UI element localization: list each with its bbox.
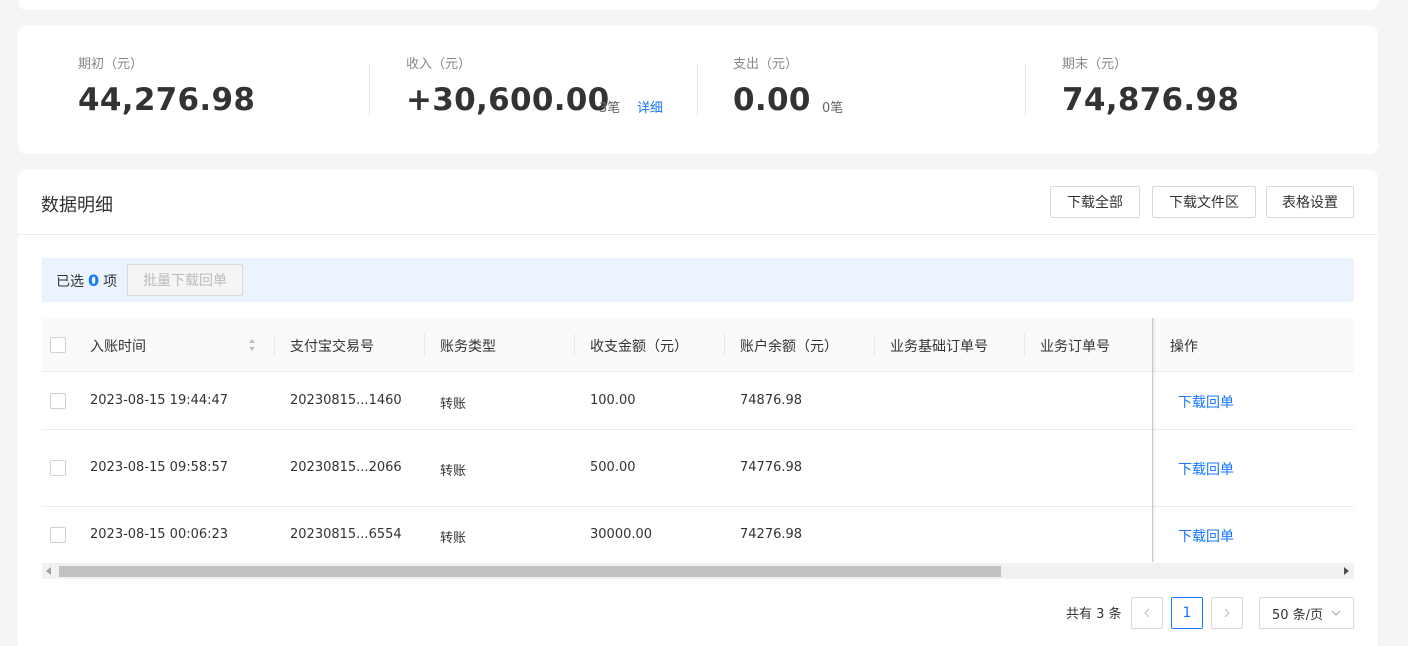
- row-checkbox[interactable]: [50, 393, 66, 409]
- chevron-down-icon: [1331, 610, 1341, 616]
- cell-time: 2023-08-15 09:58:57: [90, 460, 229, 475]
- download-receipt-link[interactable]: 下载回单: [1178, 526, 1234, 546]
- column-header-time[interactable]: 入账时间: [90, 336, 146, 356]
- cell-type: 转账: [440, 464, 467, 479]
- selection-count: 0: [88, 271, 100, 290]
- table-row: 2023-08-15 19:44:47 20230815...1460 转账 1…: [42, 373, 1354, 430]
- cell-trade-no: 20230815...1460: [290, 393, 402, 408]
- column-separator: [874, 334, 875, 356]
- column-header-action: 操作: [1170, 339, 1198, 355]
- batch-download-receipts-button[interactable]: 批量下载回单: [127, 264, 243, 296]
- selection-suffix: 项: [103, 274, 118, 290]
- cell-amount: 100.00: [590, 393, 636, 408]
- section-title: 数据明细: [41, 195, 113, 216]
- page-size-value: 50 条/页: [1272, 607, 1324, 623]
- data-detail-card: 数据明细 下载全部 下载文件区 表格设置 已选 0 项 批量下载回单 入账时间 支付…: [18, 170, 1378, 646]
- column-separator: [274, 334, 275, 356]
- table-settings-button[interactable]: 表格设置: [1266, 186, 1354, 218]
- selection-prefix: 已选: [56, 274, 84, 290]
- top-card-edge: [18, 0, 1378, 10]
- cell-trade-no: 20230815...2066: [290, 460, 402, 475]
- column-header-amount: 收支金额（元）: [590, 339, 688, 355]
- row-checkbox[interactable]: [50, 527, 66, 543]
- column-separator: [724, 334, 725, 356]
- expense-count: 0笔: [822, 101, 844, 116]
- income-label: 收入（元）: [406, 57, 472, 72]
- table-row: 2023-08-15 00:06:23 20230815...6554 转账 3…: [42, 507, 1354, 563]
- cell-time: 2023-08-15 00:06:23: [90, 527, 229, 542]
- select-all-checkbox[interactable]: [50, 337, 66, 353]
- column-separator: [1024, 334, 1025, 356]
- expense-label: 支出（元）: [733, 57, 799, 72]
- opening-balance-label: 期初（元）: [78, 57, 144, 72]
- horizontal-scrollbar[interactable]: [42, 563, 1354, 579]
- fixed-column-shadow: [1152, 318, 1156, 562]
- page-size-select[interactable]: 50 条/页: [1259, 597, 1354, 629]
- next-page-button[interactable]: [1211, 597, 1243, 629]
- download-receipt-link[interactable]: 下载回单: [1178, 459, 1234, 479]
- column-header-base-order: 业务基础订单号: [890, 339, 988, 355]
- divider: [1025, 65, 1026, 115]
- cell-time: 2023-08-15 19:44:47: [90, 393, 229, 408]
- income-value: +30,600.00: [406, 82, 610, 118]
- column-separator: [574, 334, 575, 356]
- download-receipt-link[interactable]: 下载回单: [1178, 392, 1234, 412]
- row-checkbox[interactable]: [50, 460, 66, 476]
- closing-balance-value: 74,876.98: [1062, 82, 1240, 118]
- divider: [369, 65, 370, 115]
- income-detail-link[interactable]: 详细: [637, 97, 663, 116]
- download-all-button[interactable]: 下载全部: [1050, 186, 1140, 218]
- opening-balance-value: 44,276.98: [78, 82, 256, 118]
- cell-balance: 74776.98: [740, 460, 803, 475]
- cell-type: 转账: [440, 531, 467, 546]
- cell-balance: 74276.98: [740, 527, 803, 542]
- scroll-right-icon[interactable]: [1343, 567, 1349, 575]
- scroll-left-icon[interactable]: [46, 567, 52, 575]
- column-separator: [424, 334, 425, 356]
- cell-amount: 30000.00: [590, 527, 653, 542]
- page-number-button[interactable]: 1: [1171, 597, 1203, 629]
- column-header-trade-no: 支付宝交易号: [290, 339, 374, 355]
- chevron-right-icon: [1224, 608, 1230, 618]
- divider: [697, 65, 698, 115]
- selection-summary: 已选 0 项: [56, 271, 117, 291]
- scrollbar-thumb[interactable]: [59, 566, 1001, 577]
- column-header-order: 业务订单号: [1040, 339, 1110, 355]
- income-count: 3笔: [599, 101, 621, 116]
- cell-type: 转账: [440, 397, 467, 412]
- cell-trade-no: 20230815...6554: [290, 527, 402, 542]
- closing-balance-label: 期末（元）: [1062, 57, 1128, 72]
- selection-bar: 已选 0 项 批量下载回单: [42, 258, 1354, 302]
- cell-amount: 500.00: [590, 460, 636, 475]
- pagination-total: 共有 3 条: [1066, 607, 1122, 622]
- prev-page-button[interactable]: [1131, 597, 1163, 629]
- column-header-type: 账务类型: [440, 339, 496, 355]
- table-header: 入账时间 支付宝交易号 账务类型 收支金额（元） 账户余额（元） 业务基础订单号…: [42, 318, 1354, 372]
- chevron-left-icon: [1144, 608, 1150, 618]
- cell-balance: 74876.98: [740, 393, 803, 408]
- balance-summary-card: 期初（元） 44,276.98 收入（元） +30,600.00 3笔 详细 支…: [18, 26, 1378, 154]
- header-divider: [18, 234, 1378, 235]
- download-file-area-button[interactable]: 下载文件区: [1152, 186, 1256, 218]
- table-row: 2023-08-15 09:58:57 20230815...2066 转账 5…: [42, 430, 1354, 507]
- expense-value: 0.00: [733, 82, 811, 118]
- sort-icon[interactable]: [248, 338, 256, 352]
- column-header-balance: 账户余额（元）: [740, 339, 838, 355]
